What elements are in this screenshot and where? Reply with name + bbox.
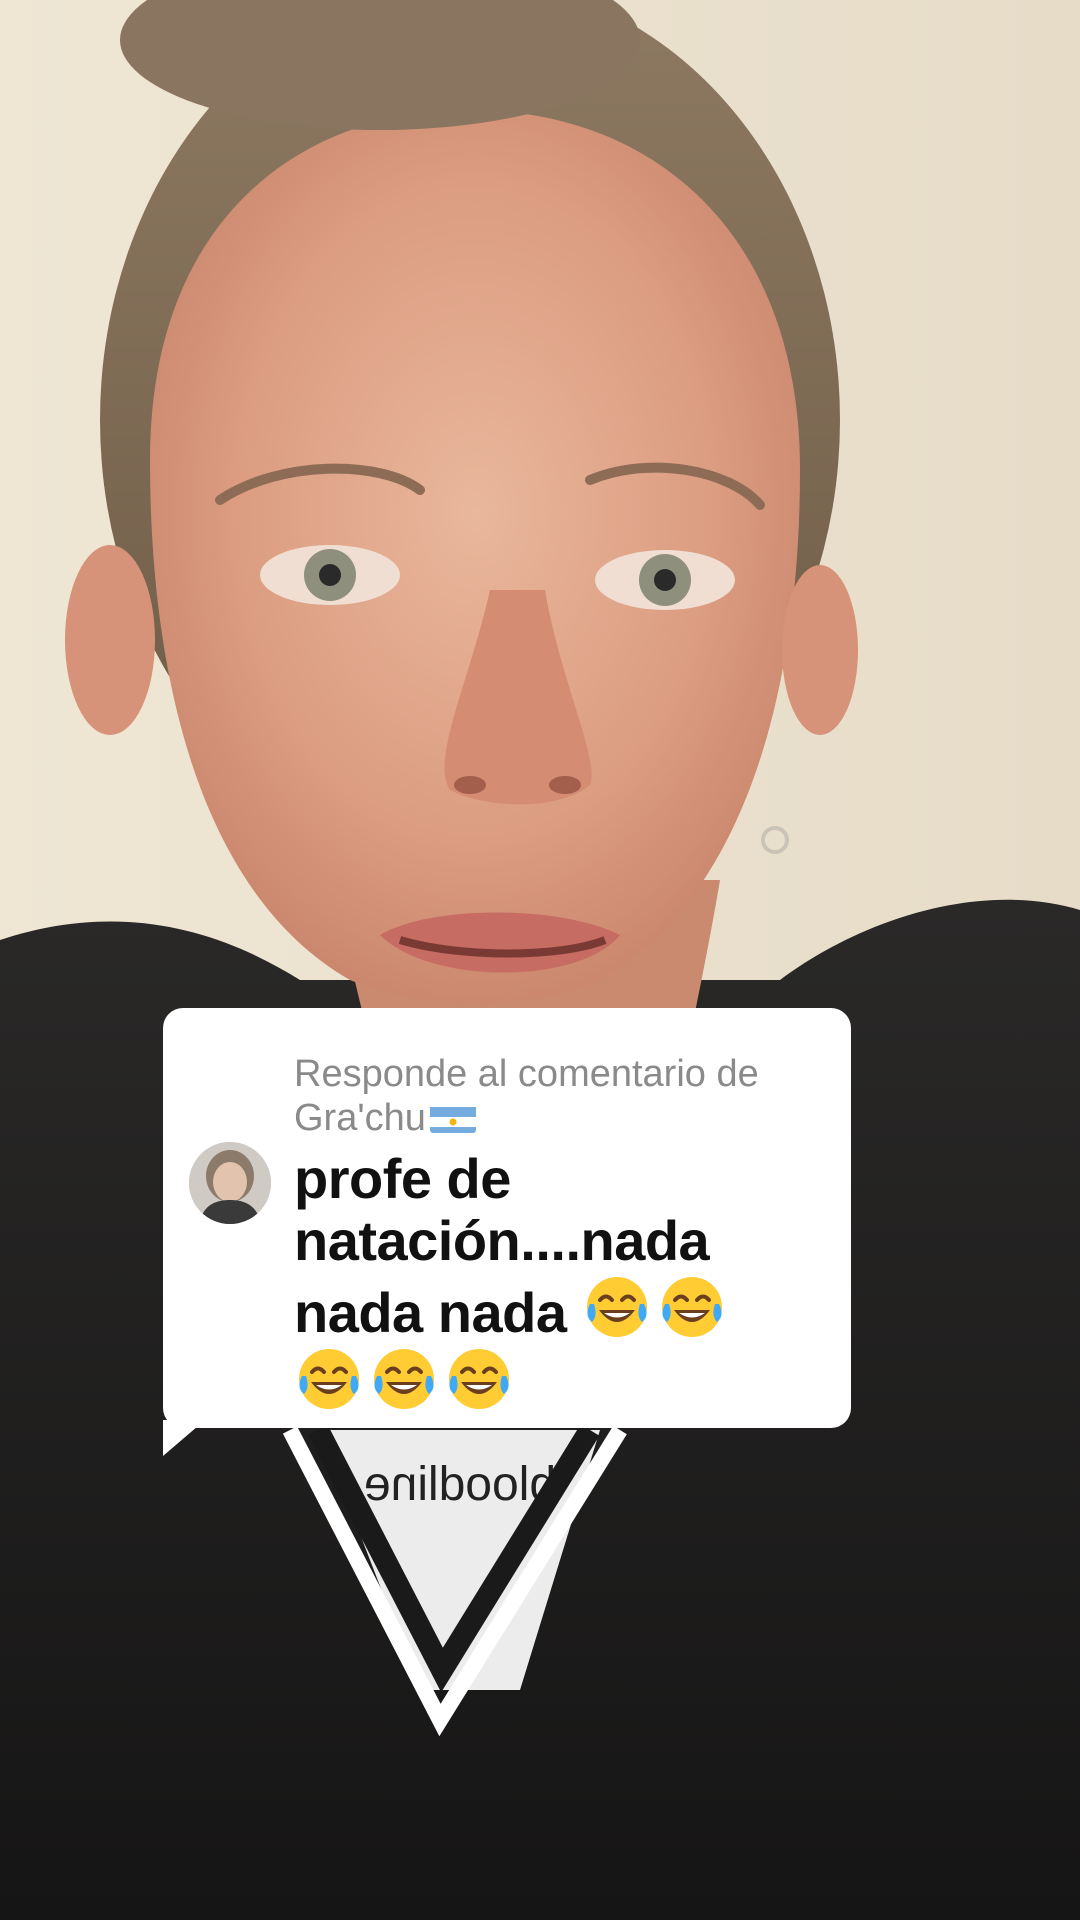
argentina-flag-icon bbox=[429, 1103, 476, 1133]
face-with-tears-of-joy-icon bbox=[657, 1272, 727, 1342]
reply-header-label: Responde al comentario de bbox=[294, 1053, 759, 1095]
face-with-tears-of-joy-icon bbox=[369, 1344, 439, 1414]
comment-text: profe de natación....nada nada nada bbox=[294, 1148, 834, 1416]
commenter-avatar[interactable] bbox=[189, 1142, 271, 1224]
emoji-row bbox=[582, 1277, 732, 1344]
reply-header: Responde al comentario de Gra'chu bbox=[294, 1052, 834, 1140]
face-with-tears-of-joy-icon bbox=[444, 1344, 514, 1414]
emoji-row-2 bbox=[294, 1349, 519, 1416]
shirt-logo: bloodline bbox=[364, 1458, 556, 1511]
face-with-tears-of-joy-icon bbox=[294, 1344, 364, 1414]
tiktok-video-frame[interactable]: bloodline Responde al comentario de Gra'… bbox=[0, 0, 1080, 1920]
face-with-tears-of-joy-icon bbox=[582, 1272, 652, 1342]
video-background[interactable]: bloodline bbox=[0, 0, 1080, 1920]
reply-comment-card[interactable]: Responde al comentario de Gra'chu profe … bbox=[163, 1008, 851, 1428]
comment-username[interactable]: Gra'chu bbox=[294, 1097, 426, 1139]
